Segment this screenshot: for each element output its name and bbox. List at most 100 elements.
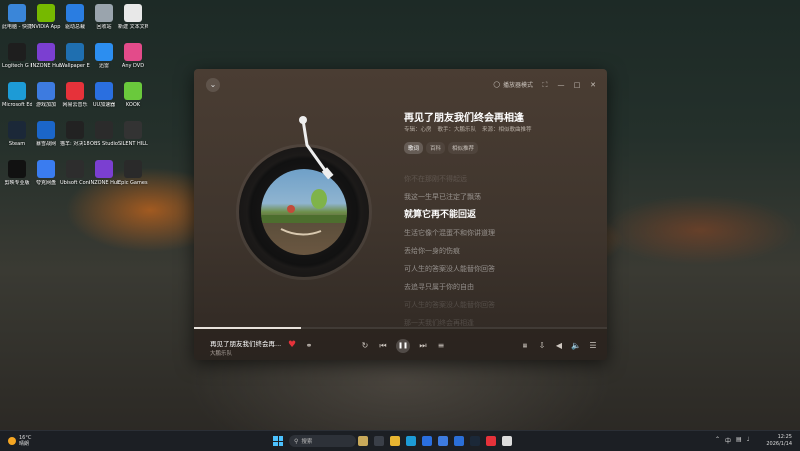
lyric-line[interactable]: 去追寻只属于你的自由 (404, 278, 584, 296)
desktop-icon[interactable]: Wallpaper Engine (60, 43, 90, 69)
desktop-icon[interactable]: INZONE Hub (31, 43, 61, 69)
clock[interactable]: 12:25 2026/1/14 (766, 434, 792, 448)
lyric-line[interactable]: 可人生的答案没人能替你回答 (404, 296, 584, 314)
lyrics-panel: 你不在那刚不得起远 我这一生早已注定了飘荡 就算它再不能回返 生活它像个混蛋不和你讲道… (404, 170, 584, 332)
maximize-icon[interactable]: □ (573, 81, 581, 89)
taskbar-app-icon[interactable] (454, 436, 464, 446)
artist-link[interactable]: 歌手：大鹏乐队 (438, 125, 477, 133)
desktop-icon[interactable]: 猫羊: 对决1896 (60, 121, 90, 147)
taskbar-app-icon[interactable] (422, 436, 432, 446)
pause-button[interactable]: ❚❚ (396, 339, 410, 353)
desktop-icon[interactable]: 夸克网盘 (31, 160, 61, 186)
desktop-icon[interactable]: OBS Studio (89, 121, 119, 147)
desktop-icon[interactable]: INZONE Hub (89, 160, 119, 186)
next-icon[interactable]: ⏭ (418, 341, 428, 351)
app-icon (37, 160, 55, 178)
desktop-icon[interactable]: 游戏加加 (31, 82, 61, 108)
app-icon (124, 160, 142, 178)
speaker-icon[interactable]: ♩ (747, 436, 750, 445)
bar-artist[interactable]: 大鹏乐队 (210, 349, 232, 357)
previous-icon[interactable]: ⏮ (378, 341, 388, 351)
desktop-icon[interactable]: 回收站 (89, 4, 119, 30)
repeat-icon[interactable]: ↻ (360, 341, 370, 351)
lyric-line[interactable]: 就算它再不能回返 (404, 206, 584, 224)
desktop-icon[interactable]: Ubisoft Connect (60, 160, 90, 186)
taskbar-app-icon[interactable] (358, 436, 368, 446)
desktop-icon[interactable]: 驱动总裁 (60, 4, 90, 30)
taskbar-app-icon[interactable] (486, 436, 496, 446)
desktop-icon-label: Any DVD (121, 63, 145, 69)
desktop-icon[interactable]: UU加速器 (89, 82, 119, 108)
desktop-icon[interactable]: SILENT HILL 2 (118, 121, 148, 147)
close-icon[interactable]: ✕ (589, 81, 597, 89)
lyric-line[interactable]: 丢给你一身的伤痕 (404, 242, 584, 260)
download-icon[interactable]: ⇩ (537, 341, 547, 351)
desktop-icon[interactable]: 剪映专业版 (2, 160, 32, 186)
share-icon[interactable]: ◀ (554, 341, 564, 351)
lyric-line[interactable]: 生活它像个混蛋不和你讲道理 (404, 224, 584, 242)
quality-icon[interactable]: ▦ (520, 341, 530, 351)
start-button[interactable] (273, 436, 283, 446)
album-link[interactable]: 专辑：心房 (404, 125, 432, 133)
lyrics-tab[interactable]: 歌词 (404, 142, 424, 154)
player-mode-button[interactable]: ◯ 播放器模式 (493, 80, 533, 89)
desktop-icon-label: 驱动总裁 (64, 24, 85, 30)
taskbar-app-icon[interactable] (374, 436, 384, 446)
lyric-line[interactable]: 可人生的答案没人能替你回答 (404, 260, 584, 278)
desktop-icon[interactable]: Logitech G HUB (2, 43, 32, 69)
lyric-line[interactable]: 我这一生早已注定了飘荡 (404, 188, 584, 206)
desktop-icon[interactable]: Steam (2, 121, 32, 147)
bar-song-title[interactable]: 再见了朋友我们终会再... (210, 338, 285, 348)
collapse-player-button[interactable]: ⌄ (206, 78, 220, 92)
desktop-icon[interactable]: 网易云音乐 (60, 82, 90, 108)
like-icon[interactable]: ♥ (288, 340, 296, 350)
weather-widget[interactable]: 16°C 晴朗 (8, 435, 31, 447)
desktop-icon[interactable]: Epic Games Launcher (118, 160, 148, 186)
chevron-up-icon[interactable]: ⌃ (715, 436, 720, 445)
app-icon (95, 160, 113, 178)
desktop-icon[interactable]: KOOK (118, 82, 148, 108)
lyrics-tab[interactable]: 相似推荐 (448, 142, 479, 154)
playlist-icon[interactable]: ☰ (588, 341, 598, 351)
desktop-icon[interactable]: 新建 文本文档 (118, 4, 148, 30)
ime-indicator[interactable]: 中 (725, 436, 731, 445)
desktop-icon-label: OBS Studio (90, 141, 118, 147)
taskbar-app-icon[interactable] (406, 436, 416, 446)
lyric-line[interactable]: 你不在那刚不得起远 (404, 170, 584, 188)
taskbar-app-icon[interactable] (438, 436, 448, 446)
desktop-icon[interactable]: Any DVD (118, 43, 148, 69)
desktop-icon-label: 新建 文本文档 (118, 24, 148, 30)
desktop-icon-label: Epic Games Launcher (118, 180, 148, 186)
playlist-queue-icon[interactable]: ≡ (436, 341, 446, 351)
desktop-icon[interactable]: 此电脑 - 快捷方式 (2, 4, 32, 30)
music-player-window: ⌄ ◯ 播放器模式 ⛶ — □ ✕ 再见了朋友我们终会再相逢 专辑：心房 歌手：… (194, 69, 607, 360)
desktop-icon[interactable]: 暴雪战网 (31, 121, 61, 147)
desktop-icon-label: 游戏加加 (35, 102, 56, 108)
desktop-icon[interactable]: Microsoft Edge (2, 82, 32, 108)
taskbar-app-icon[interactable] (470, 436, 480, 446)
app-icon (66, 43, 84, 61)
minimize-icon[interactable]: — (557, 81, 565, 89)
fullscreen-icon[interactable]: ⛶ (541, 81, 549, 89)
desktop-icon-label: INZONE Hub (89, 180, 119, 186)
app-icon (66, 4, 84, 22)
player-mode-icon: ◯ (493, 81, 500, 88)
app-icon (8, 121, 26, 139)
volume-icon[interactable]: 🔈 (571, 341, 581, 351)
desktop-icon[interactable]: 迅雷 (89, 43, 119, 69)
app-icon (124, 43, 142, 61)
desktop-icon-label: Logitech G HUB (2, 63, 32, 69)
search-box[interactable]: ⚲ 搜索 (289, 435, 356, 447)
window-controls: ◯ 播放器模式 ⛶ — □ ✕ (493, 80, 597, 90)
desktop-icon[interactable]: NVIDIA App (31, 4, 61, 30)
network-icon[interactable]: ▤ (736, 436, 742, 445)
taskbar-app-icon[interactable] (390, 436, 400, 446)
search-placeholder: 搜索 (301, 439, 313, 445)
taskbar-app-icon[interactable] (502, 436, 512, 446)
app-icon (37, 4, 55, 22)
time: 12:25 (777, 434, 792, 440)
lyrics-tab[interactable]: 百科 (426, 142, 446, 154)
comment-icon[interactable]: ⚭ (304, 341, 314, 351)
progress-bar[interactable] (194, 327, 607, 329)
app-icon (95, 4, 113, 22)
